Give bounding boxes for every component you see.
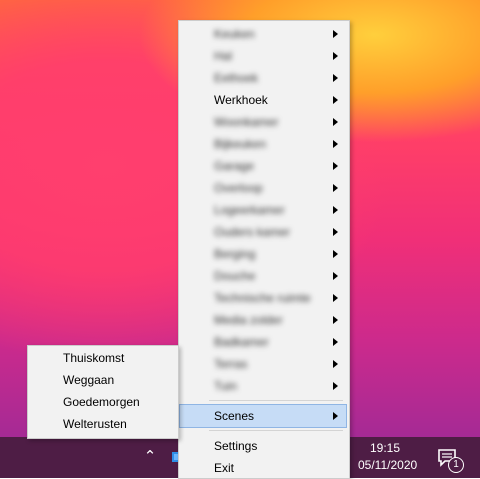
menu-item-label: Werkhoek	[214, 93, 268, 107]
menu-item-label: Eethoek	[214, 71, 259, 85]
menu-item-label: Bijkeuken	[214, 137, 267, 151]
submenu-arrow-icon	[333, 184, 338, 192]
menu-item-douche[interactable]: Douche	[180, 265, 346, 287]
menu-item-label: Keuken	[214, 27, 255, 41]
scene-item-label: Weggaan	[63, 373, 115, 387]
menu-item-label: Tuin	[214, 379, 237, 393]
menu-item-exit[interactable]: Exit	[180, 457, 346, 479]
menu-item-werkhoek[interactable]: Werkhoek	[180, 89, 346, 111]
menu-item-hal[interactable]: Hal	[180, 45, 346, 67]
menu-item-label: Ouders kamer	[214, 225, 291, 239]
submenu-arrow-icon	[333, 294, 338, 302]
menu-item-label: Media zolder	[214, 313, 283, 327]
submenu-arrow-icon	[333, 272, 338, 280]
menu-item-keuken[interactable]: Keuken	[180, 23, 346, 45]
menu-item-woonkamer[interactable]: Woonkamer	[180, 111, 346, 133]
clock-date: 05/11/2020	[358, 458, 418, 472]
submenu-arrow-icon	[333, 316, 338, 324]
menu-item-label: Technische ruimte	[214, 291, 311, 305]
submenu-arrow-icon	[333, 74, 338, 82]
submenu-arrow-icon	[333, 52, 338, 60]
scene-item-goedemorgen[interactable]: Goedemorgen	[29, 391, 175, 413]
menu-item-logeerkamer[interactable]: Logeerkamer	[180, 199, 346, 221]
menu-item-label: Berging	[214, 247, 256, 261]
menu-item-eethoek[interactable]: Eethoek	[180, 67, 346, 89]
menu-item-bijkeuken[interactable]: Bijkeuken	[180, 133, 346, 155]
menu-item-ouders-kamer[interactable]: Ouders kamer	[180, 221, 346, 243]
menu-item-label: Exit	[214, 461, 235, 475]
menu-item-scenes[interactable]: Scenes	[179, 404, 347, 428]
submenu-arrow-icon	[333, 412, 338, 420]
scene-item-label: Goedemorgen	[63, 395, 140, 409]
menu-item-garage[interactable]: Garage	[180, 155, 346, 177]
notification-badge: 1	[448, 457, 464, 473]
submenu-arrow-icon	[333, 162, 338, 170]
menu-item-label: Scenes	[214, 409, 255, 423]
menu-item-label: Badkamer	[214, 335, 269, 349]
menu-item-overloop[interactable]: Overloop	[180, 177, 346, 199]
menu-item-label: Garage	[214, 159, 255, 173]
menu-item-tuin[interactable]: Tuin	[180, 375, 346, 397]
scene-item-welterusten[interactable]: Welterusten	[29, 413, 175, 435]
submenu-arrow-icon	[333, 360, 338, 368]
submenu-arrow-icon	[333, 96, 338, 104]
clock-time: 19:15	[369, 441, 401, 455]
chevron-up-icon[interactable]: ⌃	[140, 446, 160, 468]
menu-item-label: Douche	[214, 269, 256, 283]
scenes-submenu: Thuiskomst Weggaan Goedemorgen Welterusten	[27, 345, 179, 439]
menu-separator	[209, 400, 343, 401]
scene-item-thuiskomst[interactable]: Thuiskomst	[29, 347, 175, 369]
menu-item-label: Terras	[214, 357, 248, 371]
tray-context-menu: Keuken Hal Eethoek Werkhoek Woonkamer Bijkeuk…	[178, 20, 350, 479]
menu-item-label: Woonkamer	[214, 115, 279, 129]
scene-item-weggaan[interactable]: Weggaan	[29, 369, 175, 391]
menu-item-settings[interactable]: Settings	[180, 435, 346, 457]
submenu-arrow-icon	[333, 338, 338, 346]
submenu-arrow-icon	[333, 30, 338, 38]
scene-item-label: Thuiskomst	[63, 351, 125, 365]
menu-item-berging[interactable]: Berging	[180, 243, 346, 265]
menu-item-label: Settings	[214, 439, 258, 453]
menu-item-label: Hal	[214, 49, 233, 63]
system-clock[interactable]: 19:15 05/11/2020	[358, 440, 418, 474]
menu-item-label: Overloop	[214, 181, 263, 195]
menu-item-badkamer[interactable]: Badkamer	[180, 331, 346, 353]
menu-item-terras[interactable]: Terras	[180, 353, 346, 375]
menu-separator	[209, 430, 343, 431]
submenu-arrow-icon	[333, 118, 338, 126]
submenu-arrow-icon	[333, 206, 338, 214]
menu-item-media-zolder[interactable]: Media zolder	[180, 309, 346, 331]
menu-item-technische-ruimte[interactable]: Technische ruimte	[180, 287, 346, 309]
submenu-arrow-icon	[333, 140, 338, 148]
submenu-arrow-icon	[333, 228, 338, 236]
menu-item-label: Logeerkamer	[214, 203, 285, 217]
submenu-arrow-icon	[333, 250, 338, 258]
scene-item-label: Welterusten	[63, 417, 127, 431]
submenu-arrow-icon	[333, 382, 338, 390]
